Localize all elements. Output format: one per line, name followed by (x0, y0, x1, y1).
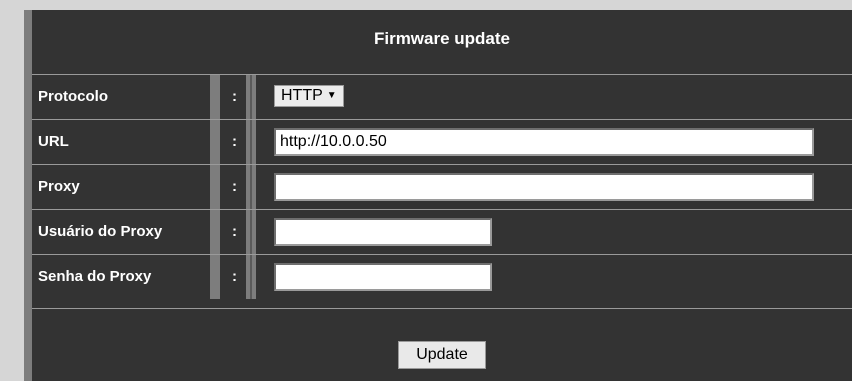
column-separator (220, 210, 223, 254)
column-separator (250, 210, 252, 254)
proxy-password-label: Senha do Proxy (38, 268, 152, 285)
column-separator (250, 75, 252, 119)
proxy-label: Proxy (38, 178, 80, 195)
row-proxy-user: Usuário do Proxy : (32, 210, 852, 254)
colon: : (232, 178, 237, 195)
column-separator (210, 75, 220, 119)
row-url: URL : http://10.0.0.50 (32, 120, 852, 164)
row-protocolo: Protocolo : HTTP ▼ (32, 75, 852, 119)
row-proxy: Proxy : (32, 165, 852, 209)
column-separator (210, 120, 220, 164)
url-label: URL (38, 133, 69, 150)
colon: : (232, 133, 237, 150)
chevron-down-icon: ▼ (326, 90, 337, 101)
left-border (24, 10, 32, 381)
column-separator (220, 165, 223, 209)
row-proxy-password: Senha do Proxy : (32, 255, 852, 299)
column-separator (210, 165, 220, 209)
column-separator (250, 120, 252, 164)
column-separator (220, 255, 223, 299)
proxy-user-label: Usuário do Proxy (38, 223, 163, 240)
form-footer: Update (32, 309, 852, 381)
colon: : (232, 88, 237, 105)
update-button[interactable]: Update (398, 341, 486, 369)
colon: : (232, 268, 237, 285)
column-separator (250, 165, 252, 209)
colon: : (232, 223, 237, 240)
url-field[interactable]: http://10.0.0.50 (274, 128, 814, 156)
proxy-field[interactable] (274, 173, 814, 201)
column-separator (220, 120, 223, 164)
firmware-update-panel: Firmware update Protocolo : HTTP ▼ URL : … (24, 10, 852, 381)
protocolo-select[interactable]: HTTP ▼ (274, 85, 344, 107)
column-separator (250, 255, 252, 299)
protocolo-label: Protocolo (38, 88, 108, 105)
proxy-password-field[interactable] (274, 263, 492, 291)
column-separator (220, 75, 223, 119)
column-separator (210, 210, 220, 254)
panel-title: Firmware update (373, 29, 511, 48)
proxy-user-field[interactable] (274, 218, 492, 246)
column-separator (210, 255, 220, 299)
protocolo-selected-value: HTTP (281, 87, 323, 104)
